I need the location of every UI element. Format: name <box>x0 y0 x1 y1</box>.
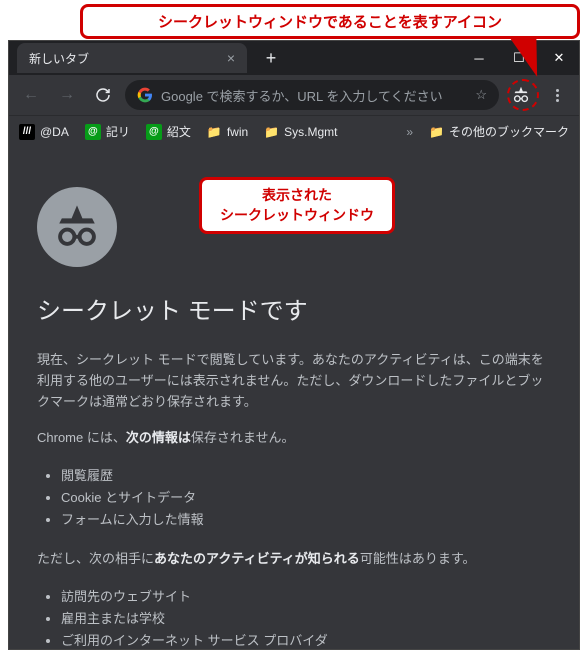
toolbar: ← → Google で検索するか、URL を入力してください ☆ <box>9 75 579 115</box>
folder-icon: 📁 <box>429 125 444 139</box>
bookmark-label: 紹文 <box>167 123 191 140</box>
page-content: 表示された シークレットウィンドウ シークレット モードです 現在、シークレット… <box>9 147 579 649</box>
reload-button[interactable] <box>89 81 117 109</box>
bookmark-label: @DA <box>40 125 69 139</box>
bookmark-label: Sys.Mgmt <box>284 125 337 139</box>
tab-active[interactable]: 新しいタブ × <box>17 43 247 73</box>
address-bar-placeholder: Google で検索するか、URL を入力してください <box>161 86 467 105</box>
bookmark-item[interactable]: @ 記リ <box>85 123 130 140</box>
tab-strip: 新しいタブ × + ─ ☐ ✕ <box>9 41 579 75</box>
bookmarks-overflow-chevron-icon[interactable]: » <box>406 125 413 139</box>
bookmark-label: fwin <box>227 125 248 139</box>
favicon-icon: @ <box>146 124 162 140</box>
incognito-indicator-icon[interactable] <box>507 81 535 109</box>
bookmark-label: 記リ <box>106 123 130 140</box>
favicon-icon: @ <box>85 124 101 140</box>
list-item: Cookie とサイトデータ <box>61 487 551 509</box>
menu-button[interactable] <box>543 81 571 109</box>
visible-to-heading: ただし、次の相手にあなたのアクティビティが知られる可能性はあります。 <box>37 549 551 570</box>
back-button[interactable]: ← <box>17 81 45 109</box>
page-heading: シークレット モードです <box>37 291 551 326</box>
tab-title: 新しいタブ <box>29 50 89 67</box>
address-bar[interactable]: Google で検索するか、URL を入力してください ☆ <box>125 80 499 110</box>
annotation-callout-mid: 表示された シークレットウィンドウ <box>199 177 395 234</box>
list-item: 訪問先のウェブサイト <box>61 586 551 608</box>
list-item: ご利用のインターネット サービス プロバイダ <box>61 630 551 649</box>
list-item: 閲覧履歴 <box>61 465 551 487</box>
bookmark-star-icon[interactable]: ☆ <box>475 87 487 103</box>
folder-icon: 📁 <box>207 125 222 139</box>
not-saved-list: 閲覧履歴 Cookie とサイトデータ フォームに入力した情報 <box>37 465 551 531</box>
new-tab-button[interactable]: + <box>259 48 283 69</box>
minimize-button[interactable]: ─ <box>459 41 499 75</box>
folder-icon: 📁 <box>264 125 279 139</box>
annotation-line: 表示された <box>220 186 374 206</box>
forward-button[interactable]: → <box>53 81 81 109</box>
favicon-icon: /// <box>19 124 35 140</box>
annotation-line: シークレットウィンドウ <box>220 206 374 226</box>
bookmark-item[interactable]: @ 紹文 <box>146 123 191 140</box>
annotation-callout-top: シークレットウィンドウであることを表すアイコン <box>80 4 580 39</box>
bookmark-item[interactable]: /// @DA <box>19 124 69 140</box>
browser-window: 新しいタブ × + ─ ☐ ✕ ← → Google で検索するか、URL を入… <box>8 40 580 650</box>
bookmarks-bar: /// @DA @ 記リ @ 紹文 📁 fwin 📁 Sys.Mgmt » 📁 … <box>9 115 579 147</box>
bookmark-folder[interactable]: 📁 Sys.Mgmt <box>264 125 337 139</box>
other-bookmarks-folder[interactable]: 📁 その他のブックマーク <box>429 123 569 140</box>
not-saved-heading: Chrome には、次の情報は保存されません。 <box>37 428 551 449</box>
tab-close-icon[interactable]: × <box>227 50 235 66</box>
incognito-hero-icon <box>37 187 117 267</box>
google-icon <box>137 87 153 103</box>
list-item: 雇用主または学校 <box>61 608 551 630</box>
intro-paragraph: 現在、シークレット モードで閲覧しています。あなたのアクティビティは、この端末を… <box>37 350 551 412</box>
list-item: フォームに入力した情報 <box>61 509 551 531</box>
other-bookmarks-label: その他のブックマーク <box>449 123 569 140</box>
visible-to-list: 訪問先のウェブサイト 雇用主または学校 ご利用のインターネット サービス プロバ… <box>37 586 551 649</box>
bookmark-folder[interactable]: 📁 fwin <box>207 125 248 139</box>
